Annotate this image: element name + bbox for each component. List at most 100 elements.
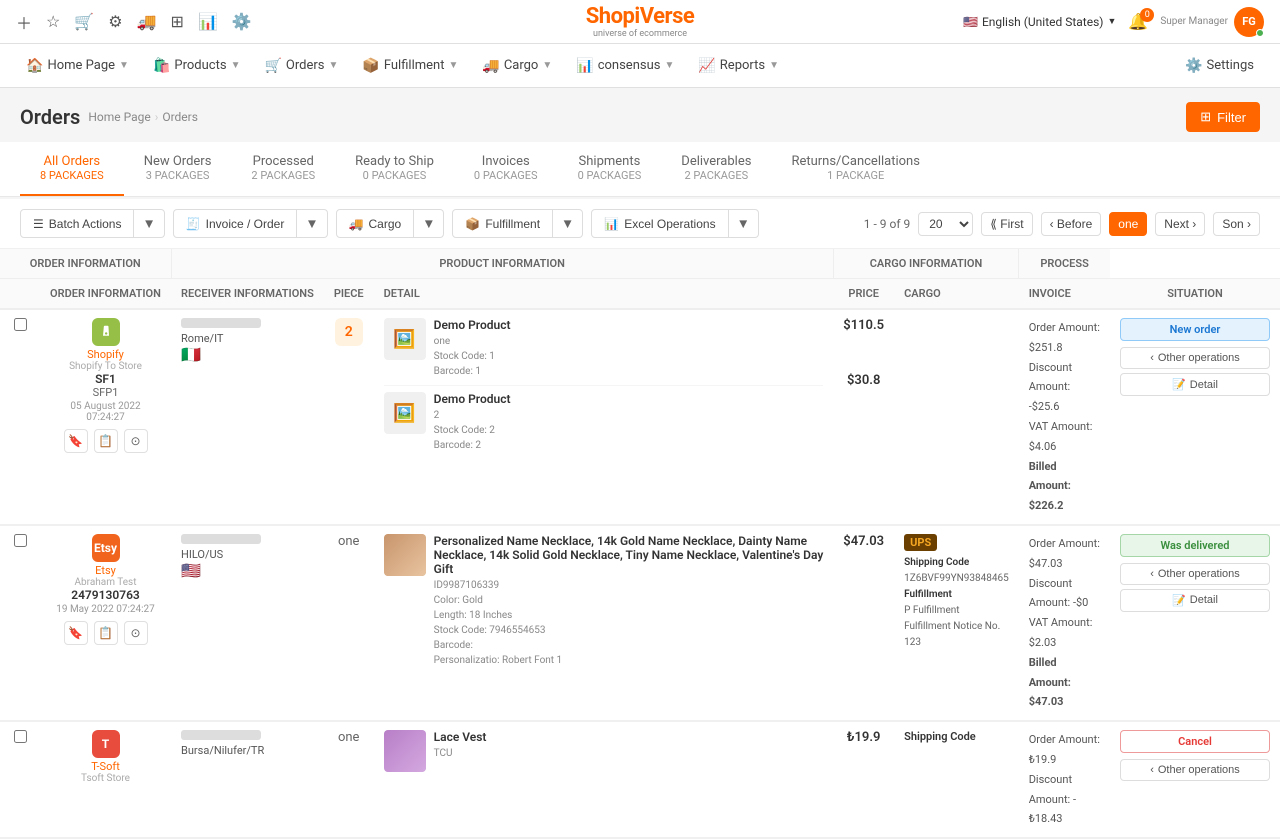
gear-icon[interactable]: ⚙️ xyxy=(232,12,252,31)
row1-store-name[interactable]: Shopify xyxy=(87,348,124,361)
row3-location-text: Bursa/Nilufer/TR xyxy=(181,744,264,757)
section-product-info: PRODUCT INFORMATION xyxy=(171,249,833,279)
row1-detail-button[interactable]: 📝 Detail xyxy=(1120,373,1270,396)
user-profile[interactable]: Super Manager FG xyxy=(1160,7,1264,37)
page-title: Orders xyxy=(20,105,80,129)
row2-bookmark-btn[interactable]: 🔖 xyxy=(64,621,88,645)
tab-ready-label: Ready to Ship xyxy=(355,154,434,169)
excel-button[interactable]: 📊 Excel Operations xyxy=(591,209,728,238)
row1-other-ops-button[interactable]: ‹ Other operations xyxy=(1120,347,1270,369)
row2-store-name[interactable]: Etsy xyxy=(95,564,116,577)
row2-other-ops-button[interactable]: ‹ Other operations xyxy=(1120,563,1270,585)
first-page-button[interactable]: ⟪ First xyxy=(981,212,1032,236)
page-size-select[interactable]: 20 50 100 xyxy=(918,212,973,236)
section-cargo-info: CARGO INFORMATION xyxy=(833,249,1018,279)
row1-more-btn[interactable]: ⊙ xyxy=(124,429,148,453)
row2-product-1-img xyxy=(384,534,426,576)
row3-receiver-location: Bursa/Nilufer/TR xyxy=(181,744,314,757)
notifications-button[interactable]: 🔔 0 xyxy=(1128,12,1148,31)
tab-all-orders[interactable]: All Orders 8 PACKAGES xyxy=(20,142,124,196)
batch-actions-button[interactable]: ☰ Batch Actions xyxy=(20,209,134,238)
invoice-order-dropdown[interactable]: ▼ xyxy=(297,209,327,238)
next-page-button[interactable]: Next › xyxy=(1155,212,1205,236)
row1-billed: Billed Amount: $226.2 xyxy=(1029,457,1100,516)
row3-store-link[interactable]: Tsoft Store xyxy=(81,773,130,784)
batch-actions-dropdown[interactable]: ▼ xyxy=(134,209,164,238)
tab-shipments-label: Shipments xyxy=(579,154,641,169)
fulfillment-button[interactable]: 📦 Fulfillment xyxy=(452,209,553,238)
fulfillment-dropdown[interactable]: ▼ xyxy=(553,209,583,238)
page-title-area: Orders Home Page › Orders xyxy=(20,105,198,129)
tab-new-orders[interactable]: New Orders 3 PACKAGES xyxy=(124,142,232,196)
tab-new-orders-label: New Orders xyxy=(144,154,212,169)
tab-all-orders-count: 8 PACKAGES xyxy=(40,169,104,182)
cargo-button[interactable]: 🚚 Cargo xyxy=(336,209,415,238)
tab-new-orders-count: 3 PACKAGES xyxy=(144,169,212,182)
row2-store-link[interactable]: Abraham Test xyxy=(75,577,137,588)
row3-checkbox[interactable] xyxy=(14,730,27,743)
sidebar-item-products[interactable]: 🛍️ Products ▼ xyxy=(143,52,251,80)
table-row: T T-Soft Tsoft Store Bursa/Nilufer/TR xyxy=(0,721,1280,838)
row3-receiver: Bursa/Nilufer/TR xyxy=(171,721,324,838)
tab-returns[interactable]: Returns/Cancellations 1 PACKAGE xyxy=(771,142,940,196)
tab-invoices[interactable]: Invoices 0 PACKAGES xyxy=(454,142,558,196)
sidebar-item-cargo[interactable]: 🚚 Cargo ▼ xyxy=(472,52,562,80)
sidebar-item-home[interactable]: 🏠 Home Page ▼ xyxy=(16,52,139,80)
row2-checkbox-td xyxy=(0,525,40,721)
cargo-dropdown[interactable]: ▼ xyxy=(414,209,444,238)
favorite-icon[interactable]: ☆ xyxy=(46,12,60,31)
sidebar-item-settings[interactable]: ⚙️ Settings xyxy=(1175,52,1264,80)
row3-other-ops-button[interactable]: ‹ Other operations xyxy=(1120,759,1270,781)
breadcrumb-home[interactable]: Home Page xyxy=(88,110,150,124)
sidebar-item-orders[interactable]: 🛒 Orders ▼ xyxy=(254,52,348,80)
tab-ready-to-ship[interactable]: Ready to Ship 0 PACKAGES xyxy=(335,142,454,196)
row1-checkbox[interactable] xyxy=(14,318,27,331)
language-selector[interactable]: 🇺🇸 English (United States) ▼ xyxy=(963,15,1116,29)
row1-discount: Discount Amount: -$25.6 xyxy=(1029,358,1100,417)
invoice-order-button[interactable]: 🧾 Invoice / Order xyxy=(173,209,298,238)
grid-icon[interactable]: ⊞ xyxy=(171,12,184,31)
prev-page-button[interactable]: ‹ Before xyxy=(1041,212,1102,236)
row1-copy-btn[interactable]: 📋 xyxy=(94,429,118,453)
row2-price-val: $47.03 xyxy=(843,534,884,549)
current-page-button[interactable]: one xyxy=(1109,212,1147,236)
row3-piece: one xyxy=(324,721,374,838)
row2-receiver: HILO/US 🇺🇸 xyxy=(171,525,324,721)
sidebar-item-reports[interactable]: 📈 Reports ▼ xyxy=(688,52,789,80)
last-page-button[interactable]: Son › xyxy=(1213,212,1260,236)
cart-icon[interactable]: 🛒 xyxy=(74,12,94,31)
toolbar-right: 1 - 9 of 9 20 50 100 ⟪ First ‹ Before on… xyxy=(864,212,1260,236)
toolbar: ☰ Batch Actions ▼ 🧾 Invoice / Order ▼ 🚚 … xyxy=(0,199,1280,249)
filter-button[interactable]: ⊞ Filter xyxy=(1186,102,1260,132)
col-situation: SITUATION xyxy=(1110,279,1280,310)
row1-bookmark-btn[interactable]: 🔖 xyxy=(64,429,88,453)
truck-icon[interactable]: 🚚 xyxy=(137,12,157,31)
settings-circle-icon[interactable]: ⚙ xyxy=(108,12,122,31)
row3-store-icon: T xyxy=(92,730,120,758)
row2-product-1: Personalized Name Necklace, 14k Gold Nam… xyxy=(384,534,824,668)
cargo-label: Cargo xyxy=(369,217,402,231)
sidebar-item-consensus[interactable]: 📊 consensus ▼ xyxy=(566,52,684,80)
row3-piece-val: one xyxy=(334,730,364,745)
excel-dropdown[interactable]: ▼ xyxy=(729,209,759,238)
online-dot xyxy=(1256,29,1264,37)
row2-detail-button[interactable]: 📝 Detail xyxy=(1120,589,1270,612)
filter-label: Filter xyxy=(1217,110,1246,125)
row1-store-link[interactable]: Shopify To Store xyxy=(69,361,142,372)
home-icon: 🏠 xyxy=(26,58,43,74)
row3-discount: Discount Amount: -₺18.43 xyxy=(1029,770,1100,829)
row3-store-name[interactable]: T-Soft xyxy=(91,760,120,773)
tab-processed[interactable]: Processed 2 PACKAGES xyxy=(231,142,335,196)
row2-more-btn[interactable]: ⊙ xyxy=(124,621,148,645)
row1-checkbox-td xyxy=(0,309,40,525)
plus-icon[interactable]: ＋ xyxy=(16,10,32,34)
tab-shipments-count: 0 PACKAGES xyxy=(578,169,642,182)
orders-table: ORDER INFORMATION PRODUCT INFORMATION CA… xyxy=(0,249,1280,839)
chart-icon[interactable]: 📊 xyxy=(198,12,218,31)
notification-badge: 0 xyxy=(1140,8,1154,22)
row2-checkbox[interactable] xyxy=(14,534,27,547)
tab-deliverables[interactable]: Deliverables 2 PACKAGES xyxy=(661,142,771,196)
row2-copy-btn[interactable]: 📋 xyxy=(94,621,118,645)
sidebar-item-fulfillment[interactable]: 📦 Fulfillment ▼ xyxy=(352,52,468,80)
tab-shipments[interactable]: Shipments 0 PACKAGES xyxy=(558,142,662,196)
